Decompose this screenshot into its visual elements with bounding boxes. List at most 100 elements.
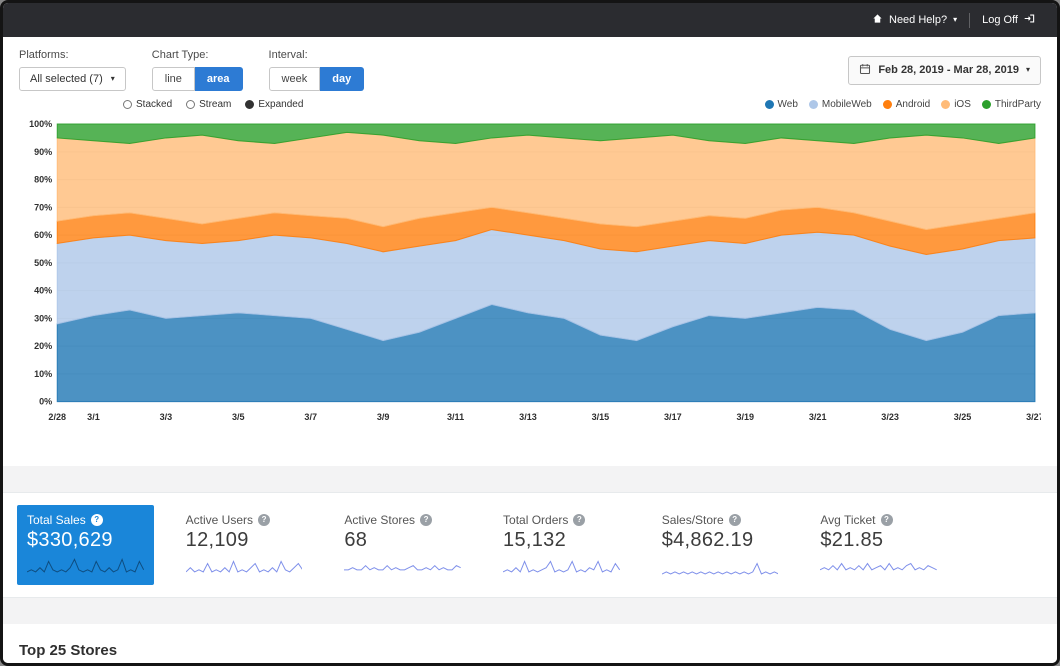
radio-selected-icon — [245, 100, 255, 109]
svg-text:3/27: 3/27 — [1026, 412, 1041, 422]
help-tooltip-icon[interactable]: ? — [90, 513, 103, 526]
platforms-label: Platforms: — [19, 49, 69, 61]
stat-label: Active Stores? — [344, 513, 461, 527]
app-window: Need Help? ▾ Log Off Platforms: All sele… — [0, 0, 1060, 666]
chart-type-label: Chart Type: — [151, 49, 209, 61]
svg-text:20%: 20% — [34, 341, 52, 351]
legend-label: iOS — [954, 99, 971, 110]
legend-dot-icon — [981, 100, 991, 109]
help-tooltip-icon[interactable]: ? — [573, 513, 586, 526]
stat-label-text: Active Stores — [344, 512, 416, 527]
svg-text:40%: 40% — [34, 286, 52, 296]
style-option-stacked[interactable]: Stacked — [123, 99, 172, 110]
style-option-stream[interactable]: Stream — [186, 99, 231, 110]
stat-card-active-stores[interactable]: Active Stores? 68 — [334, 505, 471, 585]
stat-value: $330,629 — [27, 528, 113, 551]
stats-panel: Total Sales? $330,629 Active Users? 12,109 A… — [3, 491, 1057, 598]
interval-week-button[interactable]: week — [268, 67, 321, 91]
stats-row: Total Sales? $330,629 Active Users? 12,109 A… — [3, 493, 1057, 597]
chart-type-line-button[interactable]: line — [151, 67, 195, 91]
legend-item-ios[interactable]: iOS — [941, 99, 971, 110]
stat-value: 68 — [344, 528, 368, 551]
svg-text:3/15: 3/15 — [592, 412, 610, 422]
legend-item-thirdparty[interactable]: ThirdParty — [981, 99, 1041, 110]
svg-text:3/9: 3/9 — [377, 412, 390, 422]
sparkline — [27, 557, 144, 577]
svg-text:3/17: 3/17 — [664, 412, 682, 422]
svg-text:3/19: 3/19 — [736, 412, 754, 422]
sparkline — [344, 557, 461, 577]
svg-text:60%: 60% — [34, 230, 52, 240]
stat-value: 12,109 — [185, 528, 249, 551]
chart-subrow: Stacked Stream Expanded Web MobileWeb Androi… — [19, 99, 1041, 110]
stat-label-text: Total Sales — [27, 512, 86, 527]
chart-svg[interactable]: 0% 10% 20% 30% 40% 50% 60% 70% 80% 90% 100% 2/28 3/1… — [19, 114, 1041, 428]
legend-dot-icon — [764, 100, 774, 109]
svg-text:3/1: 3/1 — [87, 412, 100, 422]
stacked-area-chart[interactable]: 0% 10% 20% 30% 40% 50% 60% 70% 80% 90% 100% 2/28 3/1… — [19, 114, 1041, 428]
stat-card-active-users[interactable]: Active Users? 12,109 — [176, 505, 313, 585]
stat-label-text: Active Users — [185, 512, 254, 527]
stat-card-avg-ticket[interactable]: Avg Ticket? $21.85 — [810, 505, 947, 585]
radio-unselected-icon — [186, 100, 196, 109]
date-range-value: Feb 28, 2019 - Mar 28, 2019 — [878, 64, 1019, 76]
svg-text:3/3: 3/3 — [160, 412, 173, 422]
sparkline — [186, 557, 303, 577]
log-off-label: Log Off — [982, 14, 1018, 26]
stat-label: Total Orders? — [503, 513, 620, 527]
platforms-dropdown[interactable]: All selected (7) ▾ — [19, 67, 126, 91]
legend-dot-icon — [808, 100, 818, 109]
stat-label: Avg Ticket? — [820, 513, 937, 527]
stat-label: Sales/Store? — [662, 513, 779, 527]
interval-day-button[interactable]: day — [320, 67, 365, 91]
chart-panel: Platforms: All selected (7) ▾ Chart Type… — [3, 37, 1057, 466]
help-tooltip-icon[interactable]: ? — [728, 513, 741, 526]
stat-card-total-sales[interactable]: Total Sales? $330,629 — [17, 504, 154, 585]
svg-text:30%: 30% — [34, 313, 52, 323]
stat-label-text: Avg Ticket — [820, 512, 876, 527]
stat-card-sales-store[interactable]: Sales/Store? $4,862.19 — [652, 505, 789, 585]
log-off-button[interactable]: Log Off — [970, 3, 1047, 37]
platforms-dropdown-value: All selected (7) — [30, 73, 103, 85]
svg-text:70%: 70% — [34, 202, 52, 212]
svg-text:3/23: 3/23 — [881, 412, 899, 422]
svg-text:50%: 50% — [34, 258, 52, 268]
interval-control: Interval: week day — [268, 49, 365, 91]
need-help-button[interactable]: Need Help? ▾ — [860, 3, 969, 37]
legend-item-android[interactable]: Android — [882, 99, 930, 110]
area-series-ios[interactable] — [56, 131, 1036, 231]
svg-text:3/5: 3/5 — [232, 412, 245, 422]
svg-text:2/28: 2/28 — [48, 412, 66, 422]
stat-label: Total Sales? — [27, 513, 144, 527]
date-range-picker[interactable]: Feb 28, 2019 - Mar 28, 2019 ▾ — [848, 55, 1041, 85]
style-option-label: Expanded — [258, 99, 304, 110]
topbar: Need Help? ▾ Log Off — [3, 3, 1057, 37]
help-tooltip-icon[interactable]: ? — [880, 513, 893, 526]
stat-label-text: Sales/Store — [661, 512, 724, 527]
legend-item-mobileweb[interactable]: MobileWeb — [808, 99, 872, 110]
svg-text:100%: 100% — [29, 119, 52, 129]
sparkline — [820, 557, 937, 577]
svg-text:0%: 0% — [39, 397, 52, 407]
interval-toggle: week day — [268, 67, 365, 91]
legend-label: MobileWeb — [821, 99, 872, 110]
svg-text:3/11: 3/11 — [447, 412, 464, 422]
help-tooltip-icon[interactable]: ? — [420, 513, 433, 526]
stat-value: 15,132 — [503, 528, 566, 551]
legend-item-web[interactable]: Web — [764, 99, 798, 110]
top-stores-panel: Top 25 Stores — [3, 623, 1057, 663]
sign-out-icon — [1024, 13, 1035, 27]
stat-card-total-orders[interactable]: Total Orders? 15,132 — [493, 505, 630, 585]
need-help-label: Need Help? — [889, 14, 948, 26]
style-option-label: Stream — [199, 99, 232, 110]
controls-row: Platforms: All selected (7) ▾ Chart Type… — [19, 49, 1041, 91]
stat-label-text: Total Orders — [503, 512, 569, 527]
area-style-options: Stacked Stream Expanded — [123, 99, 303, 110]
help-tooltip-icon[interactable]: ? — [258, 513, 271, 526]
stat-label: Active Users? — [186, 513, 303, 527]
style-option-expanded[interactable]: Expanded — [245, 99, 303, 110]
interval-label: Interval: — [268, 49, 308, 61]
chart-type-toggle: line area — [151, 67, 243, 91]
chart-type-area-button[interactable]: area — [194, 67, 243, 91]
caret-down-icon: ▾ — [110, 74, 115, 83]
